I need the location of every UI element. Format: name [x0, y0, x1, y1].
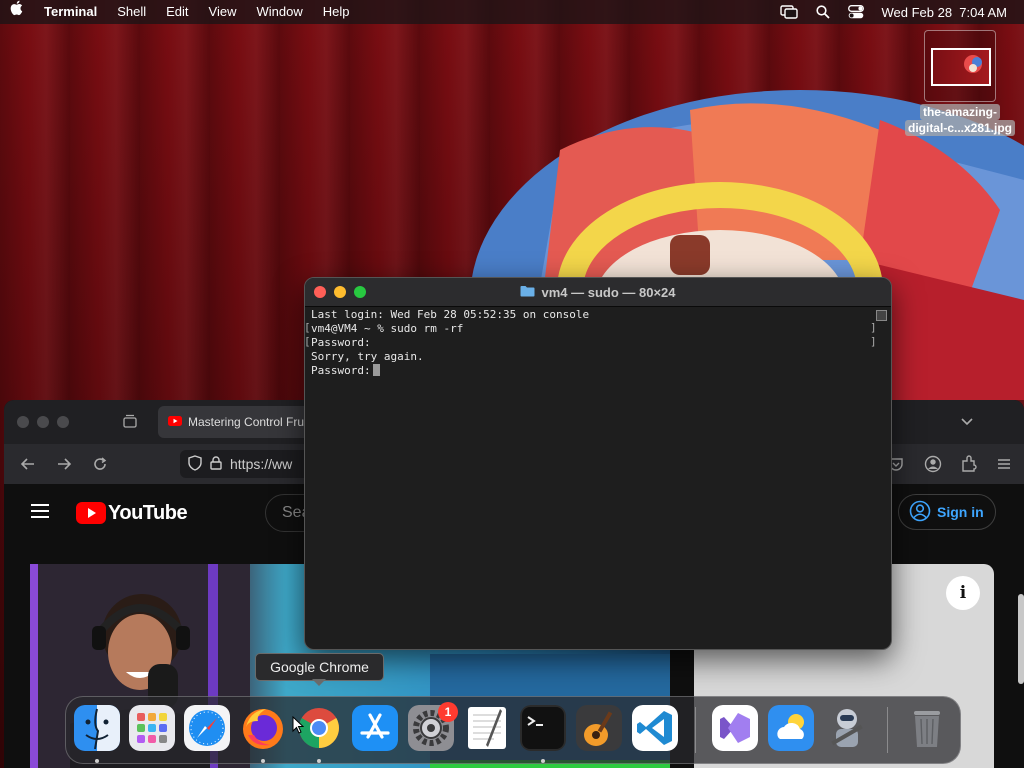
dock-visual-studio-icon[interactable] [712, 705, 758, 751]
dock-tooltip: Google Chrome [255, 653, 384, 681]
dock-running-dot [541, 759, 545, 763]
browser-tab-title: Mastering Control Frui [188, 415, 307, 429]
page-scrollbar[interactable] [1018, 594, 1024, 684]
browser-minimize-button[interactable] [37, 416, 49, 428]
dock-automator-icon[interactable] [824, 705, 870, 751]
file-thumbnail [924, 30, 996, 102]
terminal-mark-bracket: [ [304, 335, 311, 348]
menu-bar: Terminal Shell Edit View Window Help Wed… [0, 0, 1024, 24]
dock [65, 696, 961, 764]
dock-launchpad-icon[interactable] [129, 705, 175, 751]
terminal-prompt: Password: [311, 364, 371, 377]
dock-textedit-icon[interactable] [464, 705, 510, 751]
dock-running-dot [317, 759, 321, 763]
apple-menu-icon[interactable] [0, 0, 34, 24]
screen-mirroring-icon[interactable] [771, 5, 807, 19]
dock-separator [695, 707, 696, 753]
dock-trash-icon[interactable] [904, 705, 950, 751]
dock-vscode-icon[interactable] [632, 705, 678, 751]
terminal-output[interactable]: Last login: Wed Feb 28 05:52:35 on conso… [311, 308, 871, 638]
menu-view[interactable]: View [199, 0, 247, 24]
menu-shell[interactable]: Shell [107, 0, 156, 24]
youtube-favicon-icon [168, 415, 182, 429]
settings-notification-badge: 1 [438, 702, 458, 722]
terminal-line: Password: [311, 364, 871, 378]
extensions-icon[interactable] [960, 455, 978, 478]
dock-running-dot [95, 759, 99, 763]
dock-finder-icon[interactable] [74, 705, 120, 751]
info-button[interactable]: i [946, 576, 980, 610]
tab-overview-icon[interactable] [122, 413, 138, 434]
youtube-logo-icon[interactable] [76, 502, 106, 529]
terminal-line: Last login: Wed Feb 28 05:52:35 on conso… [311, 308, 590, 321]
terminal-minimize-button[interactable] [334, 286, 346, 298]
spotlight-search-icon[interactable] [807, 5, 839, 19]
menu-window[interactable]: Window [247, 0, 313, 24]
terminal-mark-bracket: [ [304, 321, 311, 334]
sign-in-label: Sign in [937, 504, 984, 520]
youtube-guide-menu-icon[interactable] [30, 502, 50, 525]
youtube-logo-text[interactable]: YouTube [108, 502, 188, 525]
dock-weather-icon[interactable] [768, 705, 814, 751]
tab-list-chevron-icon[interactable] [960, 414, 974, 433]
terminal-line: Password: [311, 336, 371, 349]
control-center-icon[interactable] [839, 5, 873, 19]
back-arrow-icon[interactable] [20, 456, 36, 477]
dock-terminal-icon[interactable] [520, 705, 566, 751]
account-icon[interactable] [924, 455, 942, 478]
menu-help[interactable]: Help [313, 0, 360, 24]
reload-icon[interactable] [92, 456, 108, 477]
browser-close-button[interactable] [17, 416, 29, 428]
menu-app-terminal[interactable]: Terminal [34, 0, 107, 24]
terminal-title-bar[interactable]: vm4 — sudo — 80×24 [305, 278, 891, 307]
tracking-shield-icon[interactable] [188, 454, 202, 474]
dock-app-store-icon[interactable] [352, 705, 398, 751]
menu-clock[interactable]: Wed Feb 28 7:04 AM [873, 5, 1017, 20]
url-text: https://ww [230, 456, 293, 472]
menu-edit[interactable]: Edit [156, 0, 198, 24]
file-name-label: the-amazing- digital-c...x281.jpg [900, 104, 1020, 136]
terminal-mark-bracket: ] [870, 335, 877, 348]
terminal-mark-bracket: ] [870, 321, 877, 334]
folder-icon [520, 285, 535, 300]
browser-zoom-button[interactable] [57, 416, 69, 428]
terminal-cursor [372, 364, 380, 376]
dock-separator [887, 707, 888, 753]
mouse-cursor-icon [292, 716, 304, 734]
hamburger-menu-icon[interactable] [996, 456, 1012, 477]
lock-icon[interactable] [210, 455, 222, 473]
youtube-sign-in-button[interactable]: Sign in [898, 494, 996, 530]
browser-tab[interactable]: Mastering Control Frui [158, 406, 318, 438]
terminal-line: Sorry, try again. [311, 350, 424, 363]
terminal-line: vm4@VM4 ~ % sudo rm -rf [311, 322, 464, 335]
dock-firefox-icon[interactable] [240, 705, 286, 751]
forward-arrow-icon[interactable] [56, 456, 72, 477]
terminal-window[interactable]: vm4 — sudo — 80×24 Last login: Wed Feb 2… [304, 277, 892, 650]
tooltip-pointer [312, 679, 326, 686]
dock-garageband-icon[interactable] [576, 705, 622, 751]
terminal-title: vm4 — sudo — 80×24 [541, 284, 676, 300]
dock-safari-icon[interactable] [184, 705, 230, 751]
dock-running-dot [261, 759, 265, 763]
terminal-close-button[interactable] [314, 286, 326, 298]
user-circle-icon [909, 500, 931, 525]
terminal-zoom-button[interactable] [354, 286, 366, 298]
terminal-scroll-indicator[interactable] [876, 310, 887, 321]
